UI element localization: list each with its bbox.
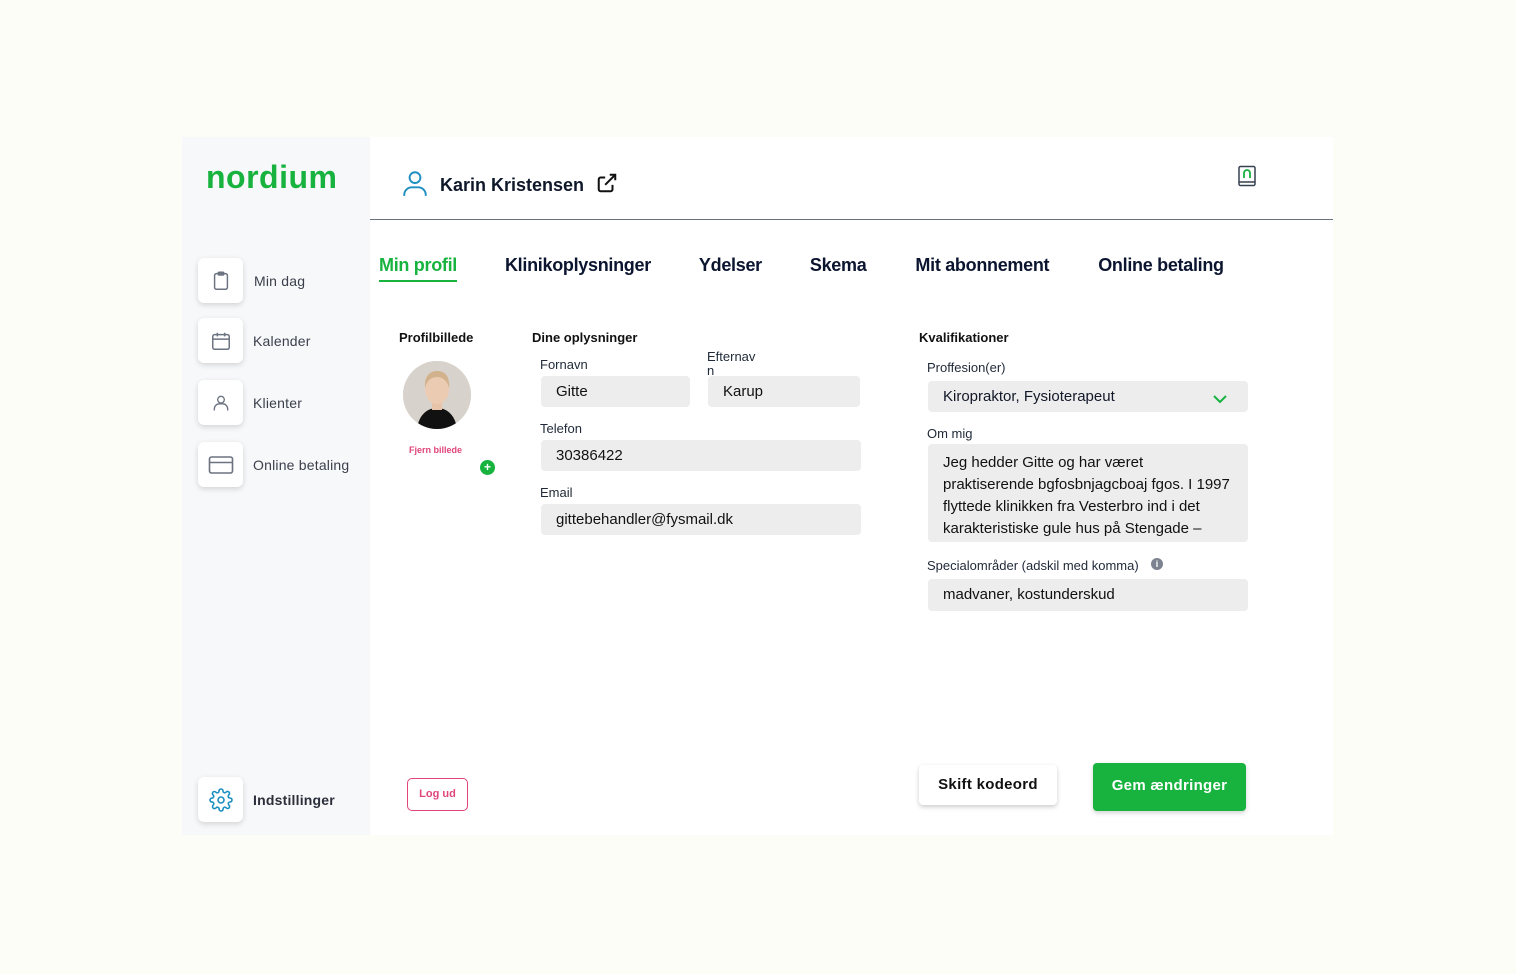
- about-textarea[interactable]: Jeg hedder Gitte og har været praktisere…: [928, 444, 1248, 542]
- profession-select[interactable]: Kiropraktor, Fysioterapeut: [928, 381, 1248, 412]
- tab-min-profil[interactable]: Min profil: [379, 255, 457, 282]
- sidebar-item-online-betaling[interactable]: Online betaling: [198, 442, 349, 487]
- sidebar-item-min-dag[interactable]: Min dag: [198, 258, 305, 303]
- first-name-label: Fornavn: [540, 357, 588, 372]
- sidebar-item-label: Online betaling: [253, 456, 350, 473]
- email-field[interactable]: [541, 504, 861, 535]
- profession-label: Proffesion(er): [927, 360, 1006, 375]
- last-name-label: Efternavn: [707, 349, 756, 378]
- profile-photo-title: Profilbillede: [399, 330, 474, 345]
- sidebar-item-indstillinger[interactable]: Indstillinger: [198, 777, 335, 822]
- change-password-button[interactable]: Skift kodeord: [919, 765, 1057, 805]
- specialties-field[interactable]: [928, 579, 1248, 611]
- user-icon: [402, 169, 428, 202]
- last-name-field[interactable]: [708, 376, 860, 407]
- tab-klinikoplysninger[interactable]: Klinikoplysninger: [505, 255, 651, 282]
- credit-card-icon: [198, 442, 243, 487]
- header-divider: [370, 219, 1333, 220]
- sidebar-item-kalender[interactable]: Kalender: [198, 318, 311, 363]
- logout-button[interactable]: Log ud: [407, 778, 468, 811]
- gear-icon: [198, 777, 243, 822]
- remove-photo-link[interactable]: Fjern billede: [409, 445, 462, 455]
- info-icon[interactable]: i: [1151, 558, 1163, 570]
- user-name: Karin Kristensen: [440, 175, 585, 195]
- phone-field[interactable]: [541, 440, 861, 471]
- sidebar-item-klienter[interactable]: Klienter: [198, 380, 302, 425]
- tab-ydelser[interactable]: Ydelser: [699, 255, 762, 282]
- info-section-title: Dine oplysninger: [532, 330, 638, 345]
- first-name-field[interactable]: [541, 376, 690, 407]
- chevron-down-icon: [1212, 387, 1228, 418]
- email-label: Email: [540, 485, 573, 500]
- tab-skema[interactable]: Skema: [810, 255, 867, 282]
- tab-bar: Min profil Klinikoplysninger Ydelser Ske…: [379, 255, 1224, 282]
- specialties-label: Specialområder (adskil med komma): [927, 558, 1139, 573]
- add-photo-button[interactable]: +: [480, 460, 495, 475]
- user-icon: [198, 380, 243, 425]
- sidebar-item-label: Klienter: [253, 394, 303, 411]
- avatar[interactable]: [403, 361, 471, 429]
- tab-mit-abonnement[interactable]: Mit abonnement: [915, 255, 1049, 282]
- external-link-icon[interactable]: [596, 172, 618, 199]
- clipboard-icon: [198, 258, 243, 303]
- about-label: Om mig: [927, 426, 973, 441]
- logo: nordium: [206, 159, 338, 195]
- tab-online-betaling[interactable]: Online betaling: [1098, 255, 1224, 282]
- calendar-icon: [198, 318, 243, 363]
- sidebar-item-label: Indstillinger: [253, 791, 335, 808]
- profession-value: Kiropraktor, Fysioterapeut: [943, 388, 1115, 405]
- phone-label: Telefon: [540, 421, 582, 436]
- app-window: nordium Min dag Kalender Klienter Online…: [182, 137, 1333, 835]
- header-user: Karin Kristensen: [402, 169, 618, 202]
- save-changes-button[interactable]: Gem ændringer: [1093, 763, 1246, 811]
- sidebar: nordium Min dag Kalender Klienter Online…: [182, 137, 370, 835]
- sidebar-item-label: Min dag: [254, 272, 306, 289]
- qualifications-title: Kvalifikationer: [919, 330, 1009, 345]
- book-icon[interactable]: [1237, 165, 1257, 194]
- sidebar-item-label: Kalender: [253, 332, 311, 349]
